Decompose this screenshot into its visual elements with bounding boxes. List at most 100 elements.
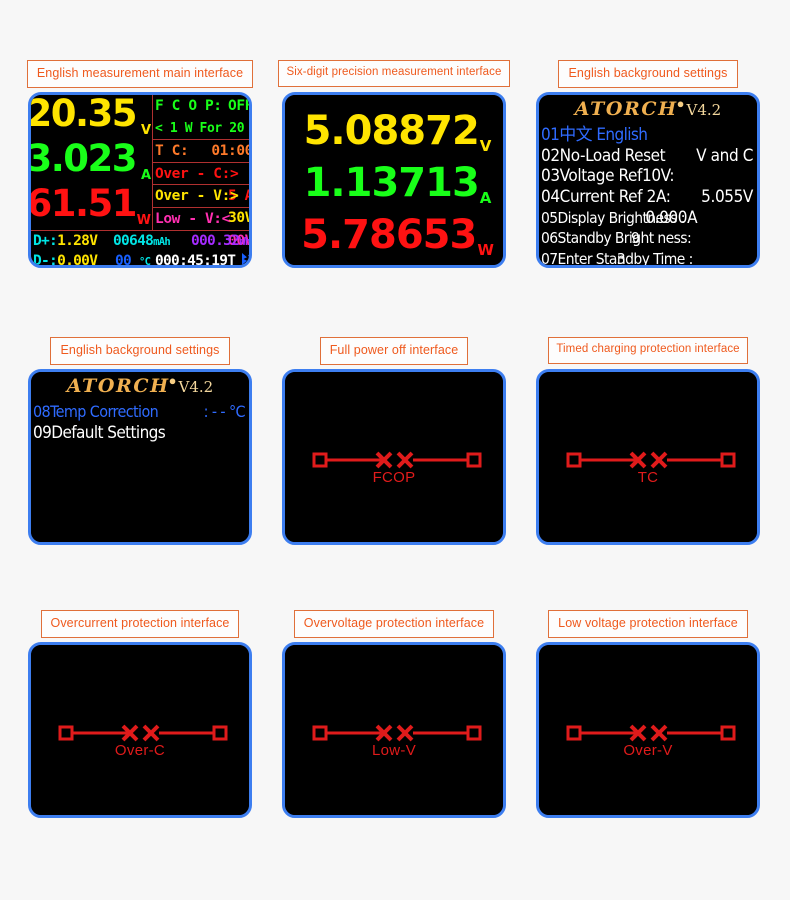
- panel-caption: Overvoltage protection interface: [293, 610, 495, 638]
- fcop-value: OFF: [228, 98, 249, 114]
- tc-label: T C:: [155, 143, 189, 159]
- broken-circuit-icon: [566, 451, 736, 469]
- settings-label: Standby Bright ness:: [557, 229, 692, 248]
- settings-label: No-Load Reset: [559, 145, 666, 166]
- device-screen[interactable]: TC: [536, 369, 760, 545]
- capacity-group: 00648mAh: [113, 231, 171, 252]
- energy-group: 000.32Wh: [191, 231, 249, 252]
- atorch-logo: ATORCH: [574, 98, 678, 120]
- settings-label: Temp Correction: [50, 402, 159, 421]
- fcop-row: F C O P: OFF: [153, 95, 249, 118]
- power-value: 5.78653: [301, 212, 477, 258]
- bluetooth-icon: [237, 251, 249, 265]
- device-screen[interactable]: Over-V: [536, 642, 760, 818]
- settings-label: Display Brightness :: [557, 208, 686, 227]
- screen-inner: 5.08872V 1.13713A 5.78653W: [285, 95, 503, 265]
- settings-item-current-ref[interactable]: 04Current Ref 2A: 0.000A: [539, 187, 757, 228]
- screen-inner: 20.35 V 3.023 A 61.51 W F C O P: OF < 1 …: [31, 95, 249, 265]
- panel-overcurrent: Overcurrent protection interface Over-C: [14, 610, 266, 818]
- voltage-readout: 5.08872V: [285, 105, 503, 157]
- primary-readouts: 20.35 V 3.023 A 61.51 W: [31, 95, 152, 230]
- panel-caption: Low voltage protection interface: [548, 610, 748, 638]
- settings-label: Default Settings: [51, 422, 166, 443]
- settings-index: 01: [541, 125, 560, 145]
- voltage-unit: V: [479, 137, 492, 155]
- secondary-row-2: D-:0.00V 00 °C 000:45:19T: [31, 251, 249, 265]
- elapsed-time-group: 000:45:19T: [155, 251, 236, 265]
- device-screen[interactable]: 20.35 V 3.023 A 61.51 W F C O P: OF < 1 …: [28, 92, 252, 268]
- protection-graphic: Over-V: [539, 645, 757, 815]
- settings-item-standby-time[interactable]: 07Enter Standby Time :60 S: [539, 249, 757, 265]
- over-voltage-value: 30V: [228, 210, 249, 226]
- panel-caption: English background settings: [558, 60, 738, 88]
- dminus-value: 0.00V: [57, 253, 98, 265]
- power-unit: W: [477, 241, 494, 259]
- energy-value: 000.32: [191, 233, 240, 249]
- elapsed-time-value: 000:45:19: [155, 253, 228, 265]
- settings-item-default-settings[interactable]: 09Default Settings: [31, 423, 249, 444]
- panel-settings-page-1: English background settings ATORCH● V4.2 …: [522, 60, 774, 268]
- current-unit: A: [479, 189, 492, 207]
- power-readout: 5.78653W: [285, 209, 503, 261]
- panel-gallery: English measurement main interface 20.35…: [0, 0, 790, 900]
- panel-caption: English background settings: [50, 337, 230, 365]
- caption-wrap: Overvoltage protection interface: [268, 610, 520, 642]
- tc-row: T C: 01:00: [153, 140, 249, 163]
- caption-wrap: Timed charging protection interface: [522, 337, 774, 369]
- capacity-value: 00648: [113, 233, 154, 249]
- device-screen[interactable]: ATORCH● V4.2 08Temp Correction: - - °C 09…: [28, 369, 252, 545]
- settings-label: Enter Standby Time :: [557, 250, 694, 265]
- power-unit: W: [136, 213, 151, 228]
- settings-item-language[interactable]: 01中文 English: [539, 125, 757, 146]
- settings-index: 06: [541, 229, 558, 248]
- screen-inner: Over-C: [31, 645, 249, 815]
- panel-overvoltage: Overvoltage protection interface Low-V: [268, 610, 520, 818]
- dminus-label: D-:: [33, 253, 58, 265]
- screen-inner: Over-V: [539, 645, 757, 815]
- logo-dot-icon: ●: [168, 373, 177, 388]
- panel-timed-charging: Timed charging protection interface TC: [522, 337, 774, 545]
- settings-value: : - - °C: [203, 402, 246, 421]
- panel-settings-page-2: English background settings ATORCH● V4.2 …: [14, 337, 266, 545]
- over-voltage-label: Over - V:>: [155, 188, 239, 204]
- panel-low-voltage: Low voltage protection interface Over-V: [522, 610, 774, 818]
- device-screen[interactable]: Low-V: [282, 642, 506, 818]
- energy-unit: Wh: [239, 236, 249, 248]
- temperature-value: 00: [115, 253, 132, 265]
- dplus-value: 1.28V: [57, 233, 98, 249]
- protection-graphic: Over-C: [31, 645, 249, 815]
- panel-caption: Timed charging protection interface: [548, 337, 748, 364]
- settings-index: 08: [33, 402, 51, 421]
- current-readout: 3.023 A: [31, 137, 152, 185]
- device-screen[interactable]: ATORCH● V4.2 01中文 English 02No-Load Reset…: [536, 92, 760, 268]
- settings-item-no-load-reset[interactable]: 02No-Load Reset V and C: [539, 146, 757, 167]
- settings-item-standby-brightness[interactable]: 06Standby Bright ness: 3: [539, 228, 757, 265]
- settings-item-temp-correction[interactable]: 08Temp Correction : - - °C: [31, 402, 249, 423]
- device-screen[interactable]: FCOP: [282, 369, 506, 545]
- settings-value: V and C: [696, 145, 753, 166]
- over-current-label: Over - C:>: [155, 165, 239, 182]
- protection-graphic: Low-V: [285, 645, 503, 815]
- temperature-unit-group: °C: [139, 251, 151, 265]
- device-screen[interactable]: 5.08872V 1.13713A 5.78653W: [282, 92, 506, 268]
- caption-wrap: Overcurrent protection interface: [14, 610, 266, 642]
- logo-dot-icon: ●: [676, 96, 685, 111]
- temperature-unit: °C: [139, 256, 151, 265]
- capacity-unit: mAh: [153, 236, 171, 248]
- settings-label: 中文 English: [559, 125, 648, 145]
- settings-item-display-brightness[interactable]: 05Display Brightness :9: [539, 208, 757, 248]
- caption-wrap: English measurement main interface: [14, 60, 266, 92]
- current-readout: 1.13713A: [285, 157, 503, 209]
- elapsed-time-suffix: T: [227, 253, 236, 265]
- settings-index: 05: [541, 208, 558, 227]
- current-value: 1.13713: [303, 160, 480, 206]
- screen-inner: TC: [539, 372, 757, 542]
- settings-item-voltage-ref[interactable]: 03Voltage Ref10V: 5.055V: [539, 166, 757, 207]
- secondary-readouts: D+:1.28V 00648mAh 000.32Wh D-:0.00V 00 °…: [31, 230, 249, 265]
- fcop-condition-row: < 1 W For 20 M: [153, 118, 249, 140]
- settings-index: 09: [33, 422, 52, 443]
- settings-index: 04: [541, 187, 560, 208]
- settings-label: Current Ref 2A:: [559, 187, 671, 208]
- panel-main-measurement: English measurement main interface 20.35…: [14, 60, 266, 268]
- device-screen[interactable]: Over-C: [28, 642, 252, 818]
